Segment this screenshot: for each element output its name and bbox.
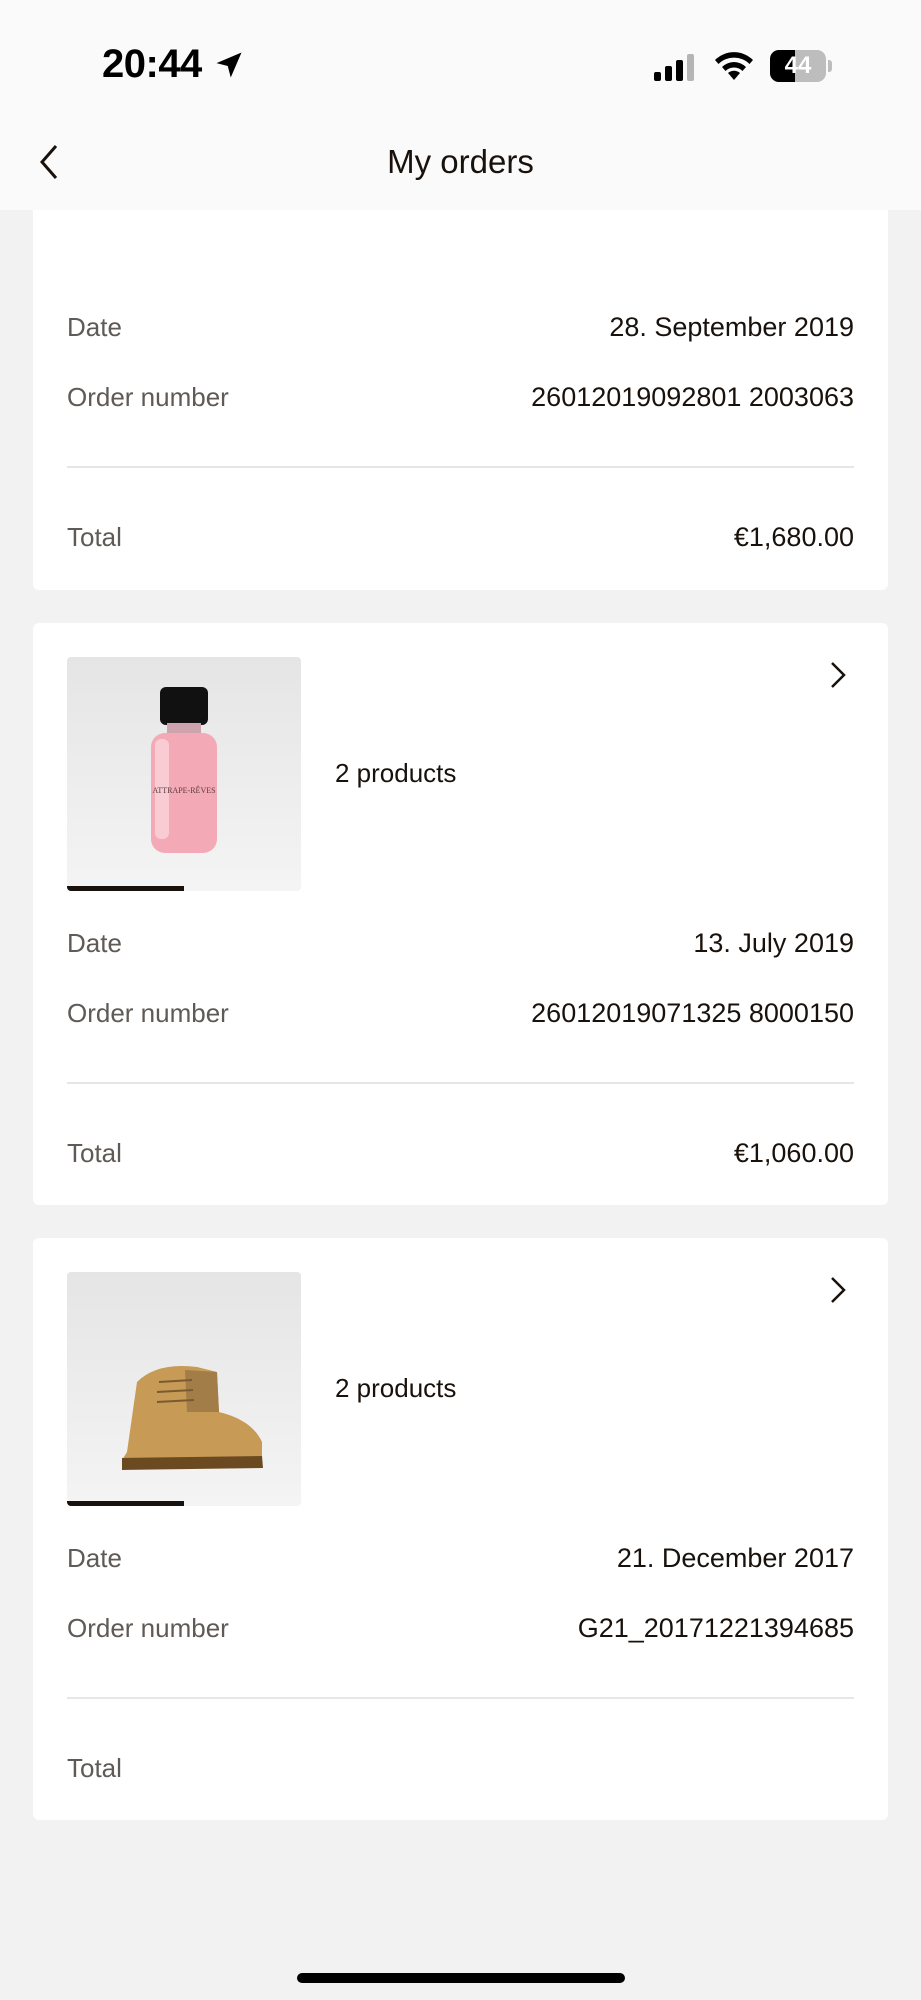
order-number: 26012019092801 2003063 [531,382,854,412]
order-total: €1,060.00 [733,1138,854,1168]
divider [67,1082,854,1084]
divider [67,1697,854,1699]
order-date: 21. December 2017 [616,1543,854,1573]
order-number: G21_20171221394685 [577,1613,854,1643]
order-card[interactable]: 2 products Date 21. December 2017 Order … [33,1238,888,1820]
battery-icon: 44 [770,50,832,82]
date-label: Date [67,312,122,342]
location-arrow-icon [216,52,242,78]
products-count: 2 products [335,758,457,788]
perfume-bottle-image: ATTRAPE-RÊVES [151,687,217,853]
home-indicator[interactable] [297,1973,625,1983]
signal-icon [654,54,694,81]
order-total: €1,680.00 [733,522,854,552]
chevron-right-icon[interactable] [827,659,849,691]
battery-level: 44 [784,52,812,79]
order-number-label: Order number [67,382,229,412]
perfume-label: ATTRAPE-RÊVES [152,785,215,795]
total-label: Total [67,522,122,552]
top-bar: 20:44 44 My orders [0,0,921,210]
total-label: Total [67,1753,122,1783]
date-label: Date [67,928,122,958]
order-date: 28. September 2019 [609,312,854,342]
date-label: Date [67,1543,122,1573]
order-thumbnail: ATTRAPE-RÊVES [67,657,301,891]
chevron-right-icon[interactable] [827,1274,849,1306]
order-number: 26012019071325 8000150 [531,998,854,1028]
status-time: 20:44 [102,42,202,86]
boot-image [122,1366,263,1470]
order-number-label: Order number [67,1613,229,1643]
products-count: 2 products [335,1373,457,1403]
order-date: 13. July 2019 [693,928,854,958]
order-number-label: Order number [67,998,229,1028]
divider [67,466,854,468]
wifi-icon [715,52,753,80]
total-label: Total [67,1138,122,1168]
order-card[interactable]: ATTRAPE-RÊVES 2 products Date 13. July 2… [33,623,888,1205]
order-thumbnail [67,1272,301,1506]
page-title: My orders [387,143,534,180]
